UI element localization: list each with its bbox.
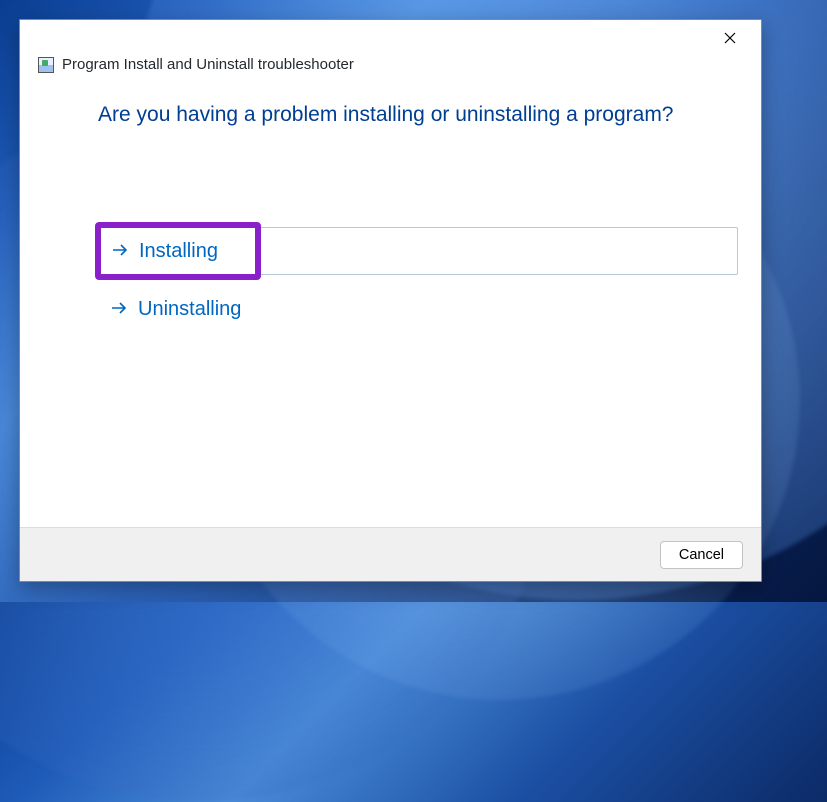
- page-heading: Are you having a problem installing or u…: [98, 103, 683, 127]
- option-uninstalling[interactable]: Uninstalling: [98, 285, 738, 333]
- arrow-right-icon: [111, 241, 129, 262]
- option-installing[interactable]: Installing: [98, 227, 738, 275]
- option-label: Installing: [139, 240, 218, 263]
- window-header: Program Install and Uninstall troublesho…: [20, 56, 761, 79]
- close-button[interactable]: [707, 22, 753, 54]
- troubleshooter-icon: [38, 57, 54, 73]
- option-label: Uninstalling: [138, 298, 241, 321]
- dialog-footer: Cancel: [20, 527, 761, 581]
- troubleshooter-dialog: Program Install and Uninstall troublesho…: [19, 19, 762, 582]
- window-title: Program Install and Uninstall troublesho…: [62, 56, 354, 73]
- dialog-content: Are you having a problem installing or u…: [20, 79, 761, 527]
- close-icon: [724, 32, 736, 44]
- arrow-right-icon: [110, 299, 128, 320]
- cancel-button[interactable]: Cancel: [660, 541, 743, 569]
- titlebar: [20, 20, 761, 56]
